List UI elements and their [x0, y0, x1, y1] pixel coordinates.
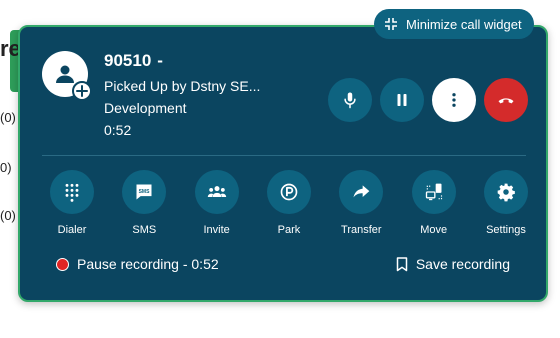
svg-text:SMS: SMS [139, 189, 151, 195]
call-actions: Dialer SMS SMS Invite Park Transfer Move… [42, 170, 536, 236]
page: re (0) 0) (0) 90510 - Picked Up by Dstny… [0, 0, 560, 338]
microphone-icon [344, 92, 356, 109]
background-row-fragment: 0) [0, 160, 12, 175]
group-icon [207, 186, 226, 197]
transfer-icon-circle[interactable] [339, 170, 384, 214]
sms-icon: SMS [136, 184, 152, 200]
move-button[interactable]: Move [404, 170, 464, 236]
pause-recording-button[interactable]: Pause recording - 0:52 [56, 256, 219, 272]
settings-button[interactable]: Settings [476, 170, 536, 236]
save-recording-label: Save recording [415, 256, 510, 272]
dialpad-icon [65, 183, 79, 202]
move-label: Move [420, 224, 448, 236]
recording-bar: Pause recording - 0:52 Save recording [56, 256, 510, 272]
pause-recording-label: Pause recording - 0:52 [77, 256, 219, 272]
minimize-icon [385, 18, 397, 30]
caller-department: Development [104, 100, 187, 116]
dialer-button[interactable]: Dialer [42, 170, 102, 236]
caller-number-row: 90510 - [104, 51, 260, 71]
dialer-icon-circle[interactable] [50, 170, 94, 214]
settings-label: Settings [486, 224, 526, 236]
call-duration: 0:52 [104, 122, 132, 138]
mute-button[interactable] [328, 78, 372, 122]
hangup-icon [498, 98, 514, 104]
park-button[interactable]: Park [259, 170, 319, 236]
bookmark-icon [396, 256, 408, 271]
transfer-icon [353, 185, 370, 198]
pause-icon [397, 94, 407, 106]
record-dot-icon [56, 257, 69, 271]
minimize-label: Minimize call widget [406, 16, 522, 32]
sms-icon-circle[interactable]: SMS [122, 170, 167, 214]
minimize-call-widget-button[interactable]: Minimize call widget [374, 9, 534, 39]
background-row-fragment: (0) [0, 208, 16, 223]
settings-icon-circle[interactable] [483, 170, 528, 214]
save-recording-button[interactable]: Save recording [396, 256, 510, 272]
add-contact-button[interactable] [72, 81, 92, 101]
park-label: Park [277, 224, 301, 236]
more-vertical-icon [452, 93, 456, 107]
divider [42, 155, 526, 156]
park-icon-circle[interactable] [266, 170, 311, 214]
call-widget: 90510 - Picked Up by Dstny SE... Develop… [18, 25, 548, 302]
hangup-button[interactable] [484, 78, 528, 122]
parking-icon [280, 183, 298, 201]
invite-icon-circle[interactable] [194, 170, 239, 214]
move-device-icon [425, 183, 442, 201]
more-options-button[interactable] [432, 78, 476, 122]
hold-button[interactable] [380, 78, 424, 122]
invite-button[interactable]: Invite [187, 170, 247, 236]
caller-info: 90510 - Picked Up by Dstny SE... Develop… [104, 51, 260, 138]
person-icon [56, 65, 74, 83]
caller-separator: - [157, 51, 163, 70]
sms-button[interactable]: SMS SMS [114, 170, 174, 236]
sms-label: SMS [132, 224, 157, 236]
plus-icon [76, 85, 88, 97]
gear-icon [497, 183, 515, 202]
move-icon-circle[interactable] [411, 170, 456, 214]
transfer-button[interactable]: Transfer [331, 170, 391, 236]
caller-number: 90510 [104, 51, 152, 70]
dialer-label: Dialer [57, 224, 87, 236]
invite-label: Invite [203, 224, 230, 236]
caller-avatar [42, 51, 92, 101]
transfer-label: Transfer [341, 224, 382, 236]
background-row-fragment: (0) [0, 110, 16, 125]
call-status: Picked Up by Dstny SE... [104, 78, 261, 94]
